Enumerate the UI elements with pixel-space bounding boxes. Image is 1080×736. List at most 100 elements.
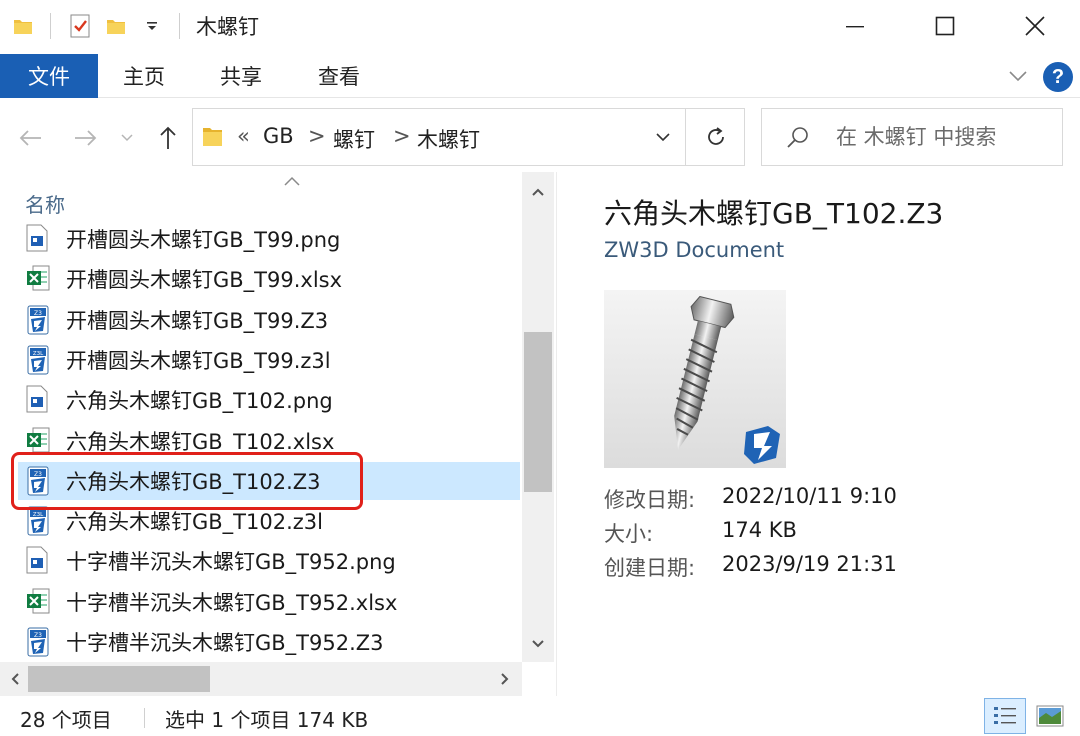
vertical-scrollbar[interactable] — [522, 172, 554, 662]
svg-text:Z3: Z3 — [34, 310, 42, 317]
scroll-left-button[interactable] — [0, 662, 30, 696]
address-bar[interactable]: « GB > 螺钉 > 木螺钉 — [192, 108, 745, 166]
folder-icon — [201, 123, 225, 153]
status-divider — [144, 708, 145, 728]
recent-locations-button[interactable] — [112, 118, 142, 158]
ribbon-tabs: 文件 主页 共享 查看 ? — [0, 54, 1080, 98]
refresh-icon — [707, 127, 724, 145]
file-name: 十字槽半沉头木螺钉GB_T952.png — [66, 550, 396, 574]
sort-ascending-icon — [283, 172, 301, 191]
forward-arrow-icon — [75, 130, 97, 146]
toolbar-divider — [179, 13, 180, 39]
file-row[interactable]: 十字槽半沉头木螺钉GB_T952.png — [18, 542, 520, 580]
details-view-icon — [994, 707, 1016, 724]
tab-share[interactable]: 共享 — [220, 54, 262, 98]
modified-date-label: 修改日期: — [604, 488, 696, 512]
properties-checklist-icon[interactable] — [65, 11, 95, 41]
vertical-scroll-thumb[interactable] — [524, 332, 552, 492]
title-bar: 木螺钉 — [0, 0, 1080, 52]
file-row[interactable]: Z3 开槽圆头木螺钉GB_T99.Z3 — [18, 301, 520, 339]
back-button[interactable] — [12, 118, 48, 158]
search-box[interactable] — [761, 108, 1063, 166]
toolbar-divider — [50, 13, 51, 39]
chevron-left-icon — [11, 673, 19, 685]
address-history-dropdown[interactable] — [641, 109, 685, 165]
forward-button[interactable] — [68, 118, 104, 158]
scroll-up-button[interactable] — [522, 174, 554, 210]
scroll-down-button[interactable] — [522, 626, 554, 662]
zw3d-library-icon: Z3L — [26, 506, 54, 536]
chevron-right-icon — [501, 673, 509, 685]
excel-file-icon — [26, 587, 54, 617]
close-icon — [1025, 16, 1045, 36]
file-name: 六角头木螺钉GB_T102.png — [66, 389, 333, 413]
file-name: 开槽圆头木螺钉GB_T99.xlsx — [66, 268, 343, 292]
file-row[interactable]: 开槽圆头木螺钉GB_T99.xlsx — [18, 260, 520, 298]
chevron-down-icon — [532, 640, 544, 648]
breadcrumb-separator[interactable]: > — [393, 124, 411, 148]
large-icons-view-button[interactable] — [1032, 698, 1068, 734]
zw3d-library-icon: Z3L — [26, 345, 54, 375]
svg-text:Z3L: Z3L — [33, 512, 44, 518]
minimize-button[interactable] — [810, 0, 900, 52]
expand-ribbon-button[interactable] — [1004, 62, 1032, 90]
chevron-down-icon — [656, 133, 670, 142]
png-image-icon — [26, 224, 54, 254]
up-arrow-icon — [160, 126, 176, 149]
created-date-label: 创建日期: — [604, 556, 696, 580]
chevron-down-icon — [1009, 71, 1027, 82]
file-name: 六角头木螺钉GB_T102.z3l — [66, 510, 323, 534]
size-label: 大小: — [604, 522, 654, 546]
help-button[interactable]: ? — [1043, 62, 1073, 92]
zw3d-file-icon: Z3 — [26, 627, 54, 657]
window-title: 木螺钉 — [196, 15, 259, 39]
file-name: 开槽圆头木螺钉GB_T99.z3l — [66, 349, 331, 373]
breadcrumb-screws[interactable]: 螺钉 — [333, 124, 375, 154]
quick-access-toolbar: 木螺钉 — [0, 0, 259, 52]
maximize-icon — [935, 16, 955, 36]
breadcrumb-separator[interactable]: > — [308, 124, 326, 148]
window-controls — [810, 0, 1080, 52]
file-thumbnail — [604, 290, 786, 468]
hex-wood-screw-icon — [674, 295, 780, 464]
created-date-value: 2023/9/19 21:31 — [722, 552, 897, 576]
selection-highlight-annotation — [11, 452, 363, 510]
svg-text:Z3: Z3 — [34, 632, 42, 639]
file-row[interactable]: 六角头木螺钉GB_T102.png — [18, 381, 520, 419]
preview-file-name: 六角头木螺钉GB_T102.Z3 — [604, 197, 944, 230]
file-row[interactable]: 十字槽半沉头木螺钉GB_T952.xlsx — [18, 583, 520, 621]
maximize-button[interactable] — [900, 0, 990, 52]
large-icons-view-icon — [1036, 705, 1064, 727]
size-value: 174 KB — [722, 518, 797, 542]
back-arrow-icon — [19, 130, 41, 146]
breadcrumb-wood-screws[interactable]: 木螺钉 — [417, 124, 480, 154]
refresh-button[interactable] — [685, 109, 745, 165]
status-bar: 28 个项目 选中 1 个项目 174 KB — [0, 698, 1080, 736]
tab-home[interactable]: 主页 — [123, 54, 165, 98]
horizontal-scroll-thumb[interactable] — [28, 666, 210, 692]
zw3d-file-icon: Z3 — [26, 305, 54, 335]
search-icon — [786, 125, 810, 153]
file-name: 十字槽半沉头木螺钉GB_T952.Z3 — [66, 631, 384, 655]
search-input[interactable] — [836, 119, 1056, 155]
file-row[interactable]: Z3 十字槽半沉头木螺钉GB_T952.Z3 — [18, 623, 520, 661]
chevron-up-icon — [532, 188, 544, 196]
preview-file-type: ZW3D Document — [604, 238, 785, 262]
tab-view[interactable]: 查看 — [318, 54, 360, 98]
minimize-icon — [846, 26, 864, 28]
new-folder-icon[interactable] — [101, 11, 131, 41]
customize-dropdown-icon[interactable] — [137, 11, 167, 41]
column-header-name[interactable]: 名称 — [25, 189, 65, 218]
horizontal-scrollbar[interactable] — [0, 662, 522, 696]
file-row[interactable]: 开槽圆头木螺钉GB_T99.png — [18, 220, 520, 258]
chevron-down-icon — [121, 134, 133, 142]
details-view-button[interactable] — [984, 698, 1026, 734]
close-button[interactable] — [990, 0, 1080, 52]
scroll-right-button[interactable] — [490, 662, 520, 696]
modified-date-value: 2022/10/11 9:10 — [722, 484, 897, 508]
breadcrumb-overflow[interactable]: « — [237, 124, 250, 148]
tab-file[interactable]: 文件 — [0, 54, 98, 98]
up-button[interactable] — [150, 118, 186, 158]
breadcrumb-gb[interactable]: GB — [263, 124, 294, 148]
file-row[interactable]: Z3L 开槽圆头木螺钉GB_T99.z3l — [18, 341, 520, 379]
